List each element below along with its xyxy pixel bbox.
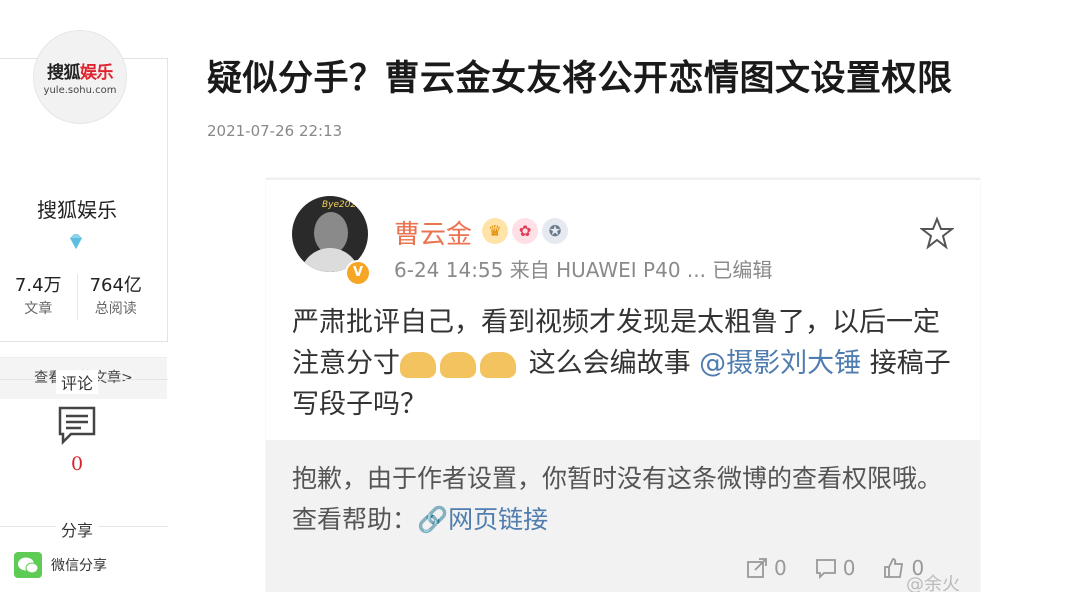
post-actions: 0 0 0 bbox=[746, 556, 924, 580]
stat-label: 总阅读 bbox=[94, 301, 137, 317]
comment-bubble-icon bbox=[815, 559, 836, 579]
article-date: 2021-07-26 22:13 bbox=[207, 122, 343, 140]
stat-reads: 764亿 总阅读 bbox=[76, 274, 155, 320]
logo-domain: yule.sohu.com bbox=[43, 85, 117, 96]
weibo-post-text: 严肃批评自己，看到视频才发现是太粗鲁了，以后一定注意分寸 这么会编故事 @摄影刘… bbox=[292, 307, 951, 420]
weibo-screenshot: Bye2020 V 曹云金 ♛ ✿ ✪ 6-24 14:55 来自 HUAWEI… bbox=[266, 178, 980, 592]
stat-value: 764亿 bbox=[89, 275, 142, 296]
medal-badge-icon: ✪ bbox=[542, 218, 568, 244]
logo-text: 搜狐娱乐 bbox=[47, 63, 114, 83]
comment-action: 0 bbox=[815, 556, 855, 580]
author-stats: 7.4万 文章 764亿 总阅读 bbox=[0, 274, 154, 320]
divider bbox=[266, 178, 980, 180]
thumbs-up-icon bbox=[884, 558, 904, 578]
author-sidebar: 搜狐娱乐 7.4万 文章 764亿 总阅读 查看TA的文章> 搜狐娱乐 yule… bbox=[0, 0, 168, 592]
repost-action: 0 bbox=[746, 556, 787, 580]
web-link: 网页链接 bbox=[448, 505, 549, 534]
wechat-icon[interactable] bbox=[14, 552, 42, 578]
fist-emoji-icon bbox=[400, 351, 436, 378]
avatar-tag: Bye2020 bbox=[322, 200, 362, 210]
crown-badge-icon: ♛ bbox=[482, 218, 508, 244]
fist-emoji-icon bbox=[440, 351, 476, 378]
weibo-user-name: 曹云金 bbox=[394, 220, 473, 250]
comment-count[interactable]: 0 bbox=[56, 453, 98, 475]
article-title: 疑似分手？曹云金女友将公开恋情图文设置权限 bbox=[207, 59, 953, 99]
link-icon: 🔗 bbox=[417, 505, 449, 534]
share-section-title: 分享 bbox=[56, 517, 98, 541]
watermark: @余火 bbox=[906, 574, 960, 592]
stat-label: 文章 bbox=[24, 301, 53, 317]
mention-link: @摄影刘大锤 bbox=[699, 348, 862, 379]
stat-articles: 7.4万 文章 bbox=[0, 274, 77, 320]
wechat-share-button[interactable]: 微信分享 bbox=[51, 555, 107, 575]
post-meta: 6-24 14:55 来自 HUAWEI P40 ... 已编辑 bbox=[394, 258, 773, 282]
notice-text: 抱歉，由于作者设置，你暂时没有这条微博的查看权限哦。查看帮助：🔗网页链接 bbox=[292, 464, 943, 534]
comment-section-title: 评论 bbox=[56, 370, 98, 394]
comment-icon[interactable] bbox=[57, 405, 97, 445]
verified-badge-icon: V bbox=[345, 260, 371, 286]
bow-badge-icon: ✿ bbox=[512, 218, 538, 244]
diamond-vip-icon bbox=[70, 234, 82, 249]
repost-icon bbox=[747, 558, 767, 578]
fist-emoji-icon bbox=[480, 351, 516, 378]
author-name[interactable]: 搜狐娱乐 bbox=[0, 194, 154, 223]
author-avatar-logo[interactable]: 搜狐娱乐 yule.sohu.com bbox=[33, 30, 127, 124]
star-favorite-icon bbox=[920, 216, 954, 250]
user-badges: ♛ ✿ ✪ bbox=[482, 218, 568, 244]
stat-value: 7.4万 bbox=[14, 275, 62, 296]
